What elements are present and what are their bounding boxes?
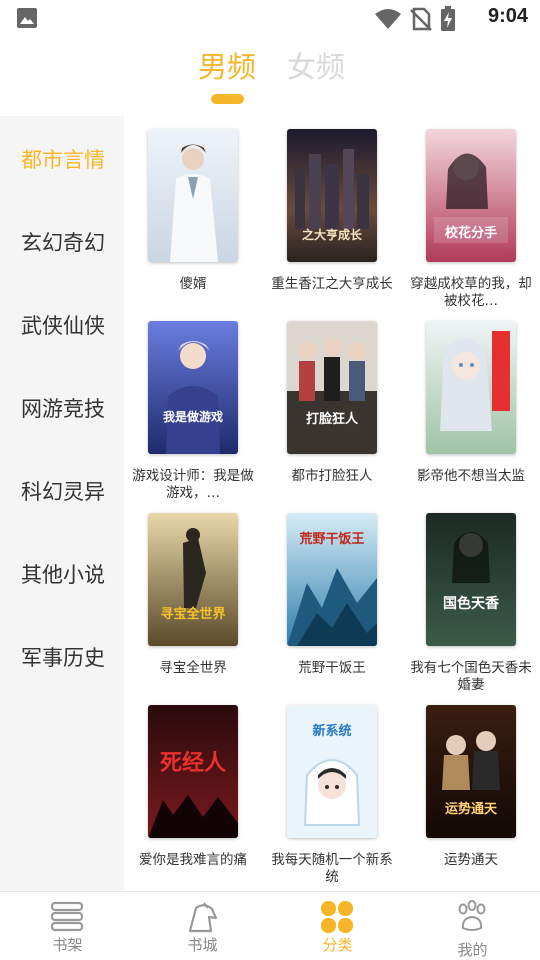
book-title: 游戏设计师：我是做游戏，… [132,468,254,501]
nav-label: 分类 [322,936,353,954]
category-icon [321,901,353,933]
sidebar-item-urban-romance[interactable]: 都市言情 [0,129,124,189]
book-title: 我有七个国色天香未婚妻 [410,660,532,693]
nav-category[interactable]: 分类 [270,892,405,960]
sidebar-item-other[interactable]: 其他小说 [0,544,124,604]
book-card[interactable]: 影帝他不想当太监 [402,308,540,498]
book-cover: 之大亨成长 [287,129,377,262]
book-card[interactable]: 寻宝全世界 寻宝全世界 [124,500,262,690]
svg-text:打脸狂人: 打脸狂人 [306,411,359,427]
category-sidebar: 都市言情 玄幻奇幻 武侠仙侠 网游竞技 科幻灵异 其他小说 军事历史 [0,116,124,891]
book-cover: 荒野干饭王 [287,513,377,646]
book-card[interactable]: 之大亨成长 重生香江之大亨成长 [263,116,401,306]
book-card[interactable]: 新系统 我每天随机一个新系统 [263,692,401,885]
tab-female[interactable]: 女频 [287,44,345,86]
svg-text:新系统: 新系统 [312,723,351,739]
svg-text:寻宝全世界: 寻宝全世界 [160,606,225,622]
book-cover: 我是做游戏 [148,321,238,454]
book-cover: 新系统 [287,705,377,838]
book-cover: 运势通天 [426,705,516,838]
book-grid: 傻婿 之大亨成长 重生香江之大亨成长 校花分手 穿越成校草的我，却被校花… 我是… [124,116,540,891]
svg-text:运势通天: 运势通天 [445,801,498,817]
book-card[interactable]: 我是做游戏 游戏设计师：我是做游戏，… [124,308,262,501]
sidebar-item-fantasy[interactable]: 玄幻奇幻 [0,212,124,272]
book-cover: 寻宝全世界 [148,513,238,646]
no-sim-icon [410,7,432,31]
svg-text:国色天香: 国色天香 [443,595,500,612]
sidebar-item-military[interactable]: 军事历史 [0,627,124,687]
tab-male[interactable]: 男频 [198,44,256,86]
book-title: 影帝他不想当太监 [417,468,525,484]
book-title: 荒野干饭王 [298,660,366,676]
svg-text:死经人: 死经人 [160,750,226,776]
svg-text:我是做游戏: 我是做游戏 [163,409,223,424]
nav-label: 书架 [52,936,83,954]
bookstore-icon [188,902,218,933]
book-card[interactable]: 国色天香 我有七个国色天香未婚妻 [402,500,540,693]
book-title: 傻婿 [179,276,207,292]
book-title: 都市打脸狂人 [291,468,373,484]
book-title: 穿越成校草的我，却被校花… [410,276,532,309]
gallery-notification-icon [17,8,37,28]
tab-indicator [211,94,244,104]
svg-text:之大亨成长: 之大亨成长 [302,227,363,242]
book-title: 运势通天 [444,852,498,868]
nav-label: 书城 [187,936,218,954]
svg-text:荒野干饭王: 荒野干饭王 [298,531,364,547]
book-cover [148,129,238,262]
nav-bookstore[interactable]: 书城 [135,892,270,960]
book-card[interactable]: 傻婿 [124,116,262,306]
book-card[interactable]: 荒野干饭王 荒野干饭王 [263,500,401,690]
book-card[interactable]: 校花分手 穿越成校草的我，却被校花… [402,116,540,309]
nav-bookshelf[interactable]: 书架 [0,892,135,960]
book-cover: 死经人 [148,705,238,838]
nav-label: 我的 [457,941,488,959]
book-cover [426,321,516,454]
book-title: 重生香江之大亨成长 [271,276,393,292]
clock: 9:04 [487,5,528,27]
profile-icon [458,900,486,931]
bottom-nav: 书架 书城 分类 我的 [0,891,540,960]
book-cover: 国色天香 [426,513,516,646]
wifi-icon [375,9,401,29]
sidebar-item-gaming[interactable]: 网游竞技 [0,378,124,438]
svg-text:校花分手: 校花分手 [445,225,497,241]
bookshelf-icon [50,901,84,932]
book-title: 爱你是我难言的痛 [139,852,247,868]
book-title: 寻宝全世界 [159,660,227,676]
status-bar: 9:04 [0,0,540,36]
book-card[interactable]: 死经人 爱你是我难言的痛 [124,692,262,882]
sidebar-item-wuxia[interactable]: 武侠仙侠 [0,295,124,355]
book-card[interactable]: 运势通天 运势通天 [402,692,540,882]
book-cover: 校花分手 [426,129,516,262]
book-card[interactable]: 打脸狂人 都市打脸狂人 [263,308,401,498]
sidebar-item-scifi[interactable]: 科幻灵异 [0,461,124,521]
book-title: 我每天随机一个新系统 [271,852,393,885]
battery-charging-icon [441,6,455,31]
nav-profile[interactable]: 我的 [405,892,540,960]
book-cover: 打脸狂人 [287,321,377,454]
gender-tabs: 男频 女频 [0,40,540,116]
